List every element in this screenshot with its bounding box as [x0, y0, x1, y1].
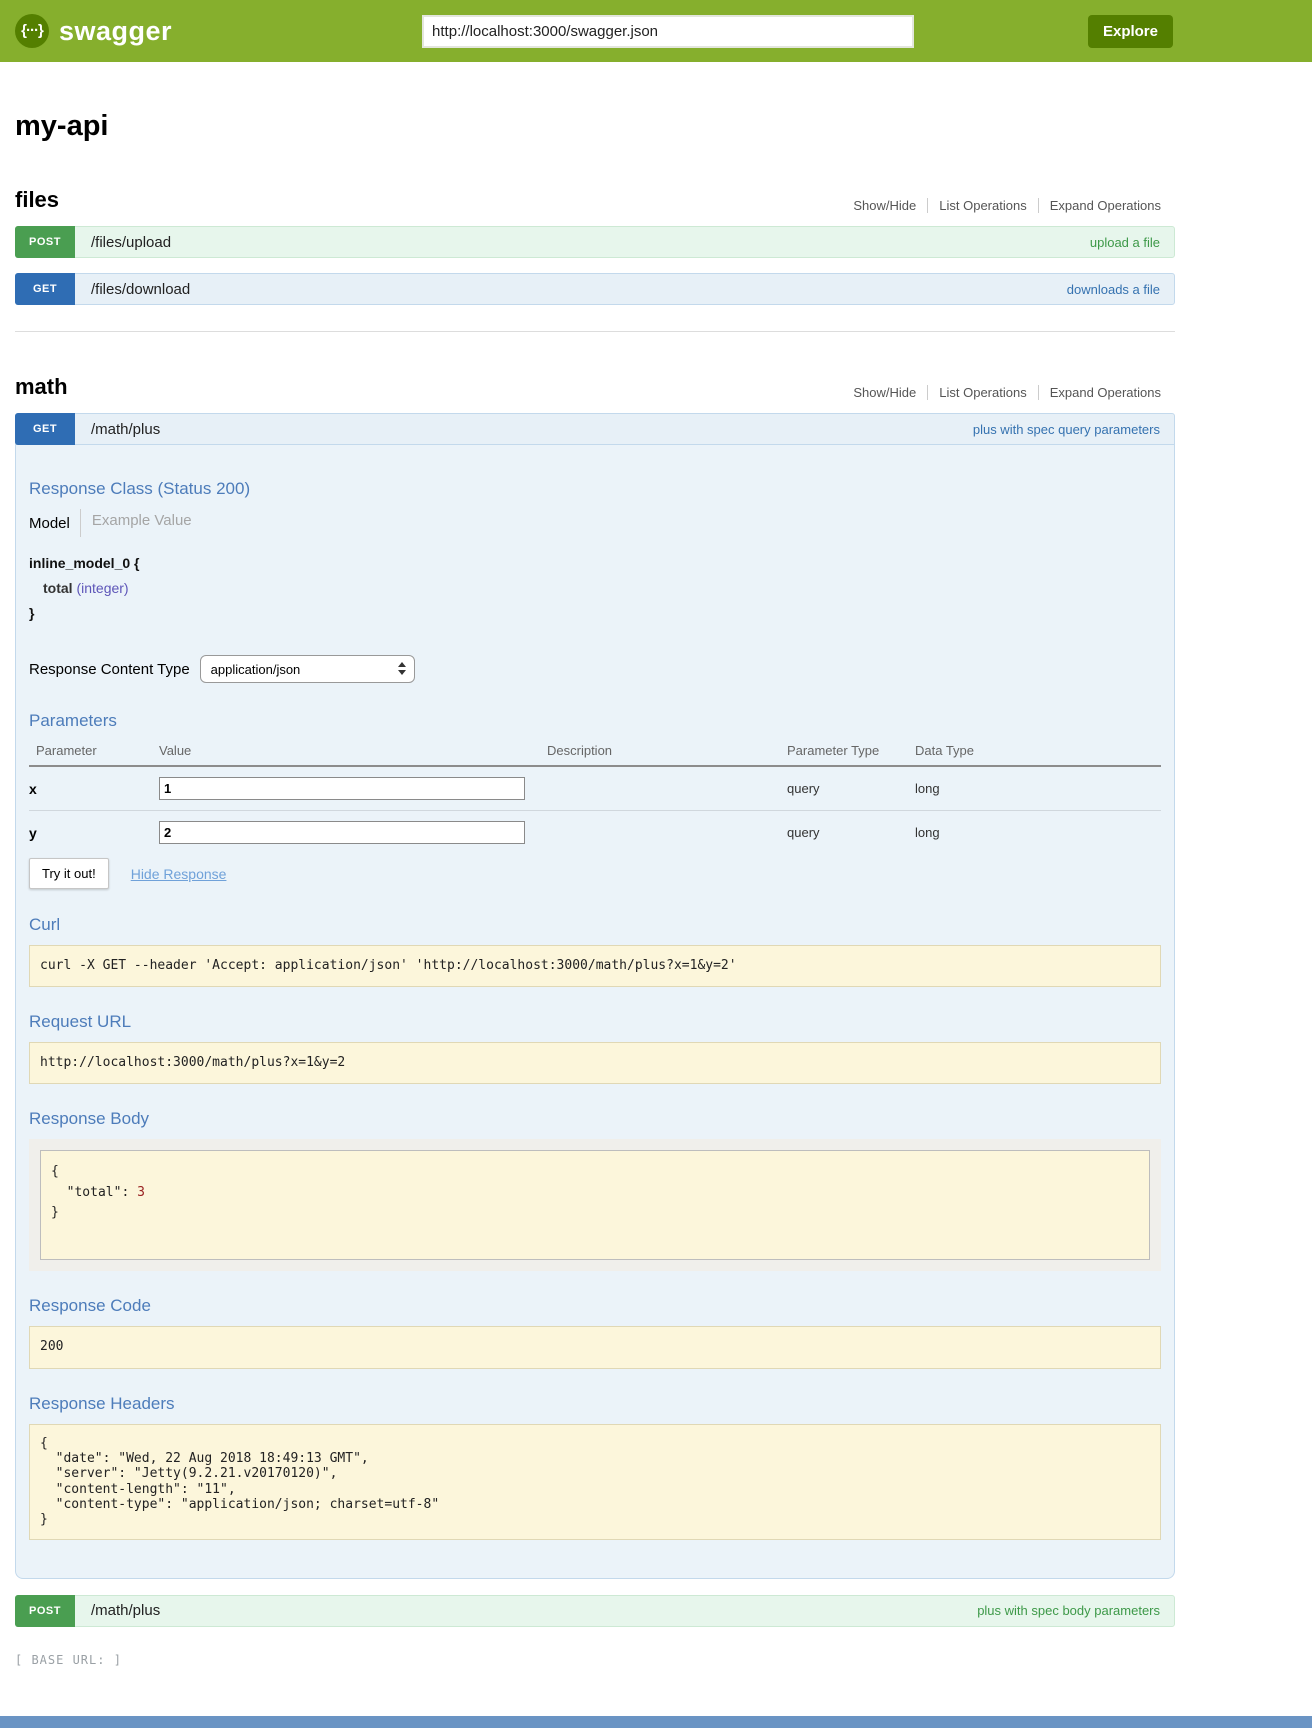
response-body-heading: Response Body — [29, 1109, 1161, 1129]
endpoint-summary[interactable]: downloads a file — [1067, 274, 1160, 304]
method-badge-get: GET — [15, 273, 75, 305]
col-parameter: Parameter — [29, 739, 159, 766]
tab-example-value[interactable]: Example Value — [80, 509, 192, 537]
request-url-heading: Request URL — [29, 1012, 1161, 1032]
endpoint-get-files-download[interactable]: GET /files/download downloads a file — [15, 273, 1175, 305]
response-code-heading: Response Code — [29, 1296, 1161, 1316]
parameters-header-row: Parameter Value Description Parameter Ty… — [29, 739, 1161, 766]
parameter-row-y: y query long — [29, 811, 1161, 855]
param-description — [547, 811, 787, 855]
curl-heading: Curl — [29, 915, 1161, 935]
section-head-math: math Show/Hide List Operations Expand Op… — [15, 374, 1175, 400]
endpoint-summary[interactable]: plus with spec query parameters — [973, 414, 1160, 444]
endpoint-get-math-plus[interactable]: GET /math/plus plus with spec query para… — [15, 413, 1175, 445]
model-signature: inline_model_0 { total (integer) } — [29, 555, 1161, 621]
method-badge-post: POST — [15, 226, 75, 258]
hide-response-link[interactable]: Hide Response — [131, 866, 227, 882]
curl-command: curl -X GET --header 'Accept: applicatio… — [29, 945, 1161, 987]
section-divider — [15, 331, 1175, 332]
json-number-value: 3 — [137, 1185, 145, 1200]
param-x-input[interactable] — [159, 777, 525, 800]
parameters-heading: Parameters — [29, 711, 1161, 731]
show-hide-link[interactable]: Show/Hide — [842, 385, 927, 400]
endpoint-path[interactable]: /files/upload — [91, 227, 171, 257]
files-section-controls: Show/Hide List Operations Expand Operati… — [842, 198, 1161, 213]
endpoint-summary[interactable]: plus with spec body parameters — [977, 1596, 1160, 1626]
select-arrows-icon — [398, 662, 406, 675]
tab-model[interactable]: Model — [29, 515, 80, 532]
expand-operations-link[interactable]: Expand Operations — [1038, 198, 1161, 213]
model-property-type: (integer) — [76, 580, 128, 596]
list-operations-link[interactable]: List Operations — [927, 198, 1037, 213]
explore-button[interactable]: Explore — [1088, 15, 1173, 48]
param-description — [547, 766, 787, 811]
response-headers-heading: Response Headers — [29, 1394, 1161, 1414]
parameters-table: Parameter Value Description Parameter Ty… — [29, 739, 1161, 854]
top-header-bar: {···} swagger Explore — [0, 0, 1312, 62]
param-data-type: long — [915, 811, 1161, 855]
spec-url-input[interactable] — [422, 15, 914, 48]
method-badge-get: GET — [15, 413, 75, 445]
response-body-json: { "total": 3 } — [40, 1150, 1150, 1260]
response-content-type-select-wrapper[interactable]: application/json — [200, 655, 415, 683]
section-title-math[interactable]: math — [15, 374, 68, 400]
response-content-type-label: Response Content Type — [29, 661, 190, 678]
model-property-name: total — [43, 580, 73, 596]
endpoint-path[interactable]: /math/plus — [91, 414, 160, 444]
header-inner: {···} swagger Explore — [15, 14, 1175, 48]
brand-name: swagger — [59, 16, 172, 47]
col-description: Description — [547, 739, 787, 766]
math-section-controls: Show/Hide List Operations Expand Operati… — [842, 385, 1161, 400]
request-url-value: http://localhost:3000/math/plus?x=1&y=2 — [29, 1042, 1161, 1084]
endpoint-path[interactable]: /math/plus — [91, 1596, 160, 1626]
col-parameter-type: Parameter Type — [787, 739, 915, 766]
response-headers-json: { "date": "Wed, 22 Aug 2018 18:49:13 GMT… — [29, 1424, 1161, 1540]
base-url-footer: [ BASE URL: ] — [15, 1653, 1175, 1667]
endpoint-post-math-plus[interactable]: POST /math/plus plus with spec body para… — [15, 1595, 1175, 1627]
col-value: Value — [159, 739, 547, 766]
swagger-logo[interactable]: {···} swagger — [15, 14, 172, 48]
endpoint-summary[interactable]: upload a file — [1090, 227, 1160, 257]
model-name: inline_model_0 { — [29, 555, 1161, 571]
try-it-out-button[interactable]: Try it out! — [29, 858, 109, 889]
model-property: total (integer) — [43, 580, 1161, 596]
section-title-files[interactable]: files — [15, 187, 59, 213]
endpoint-post-files-upload[interactable]: POST /files/upload upload a file — [15, 226, 1175, 258]
operation-panel: Response Class (Status 200) Model Exampl… — [15, 445, 1175, 1579]
response-class-heading: Response Class (Status 200) — [29, 479, 1161, 499]
param-data-type: long — [915, 766, 1161, 811]
response-content-type-select[interactable]: application/json — [211, 662, 388, 677]
main-content: my-api files Show/Hide List Operations E… — [15, 110, 1175, 1667]
section-head-files: files Show/Hide List Operations Expand O… — [15, 187, 1175, 213]
show-hide-link[interactable]: Show/Hide — [842, 198, 927, 213]
page-title: my-api — [15, 110, 1175, 143]
try-it-out-row: Try it out! Hide Response — [29, 858, 1161, 889]
param-name: y — [29, 811, 159, 855]
param-type: query — [787, 766, 915, 811]
model-close-brace: } — [29, 605, 1161, 621]
response-code-value: 200 — [29, 1326, 1161, 1368]
parameter-row-x: x query long — [29, 766, 1161, 811]
swagger-braces-icon: {···} — [15, 14, 49, 48]
param-name: x — [29, 766, 159, 811]
method-badge-post: POST — [15, 1595, 75, 1627]
bottom-footer-strip — [0, 1716, 1312, 1728]
response-body-wrapper: { "total": 3 } — [29, 1139, 1161, 1271]
response-content-type-row: Response Content Type application/json — [29, 655, 1161, 683]
endpoint-path[interactable]: /files/download — [91, 274, 190, 304]
param-y-input[interactable] — [159, 821, 525, 844]
param-type: query — [787, 811, 915, 855]
col-data-type: Data Type — [915, 739, 1161, 766]
response-class-tabs: Model Example Value — [29, 509, 1161, 537]
list-operations-link[interactable]: List Operations — [927, 385, 1037, 400]
expand-operations-link[interactable]: Expand Operations — [1038, 385, 1161, 400]
